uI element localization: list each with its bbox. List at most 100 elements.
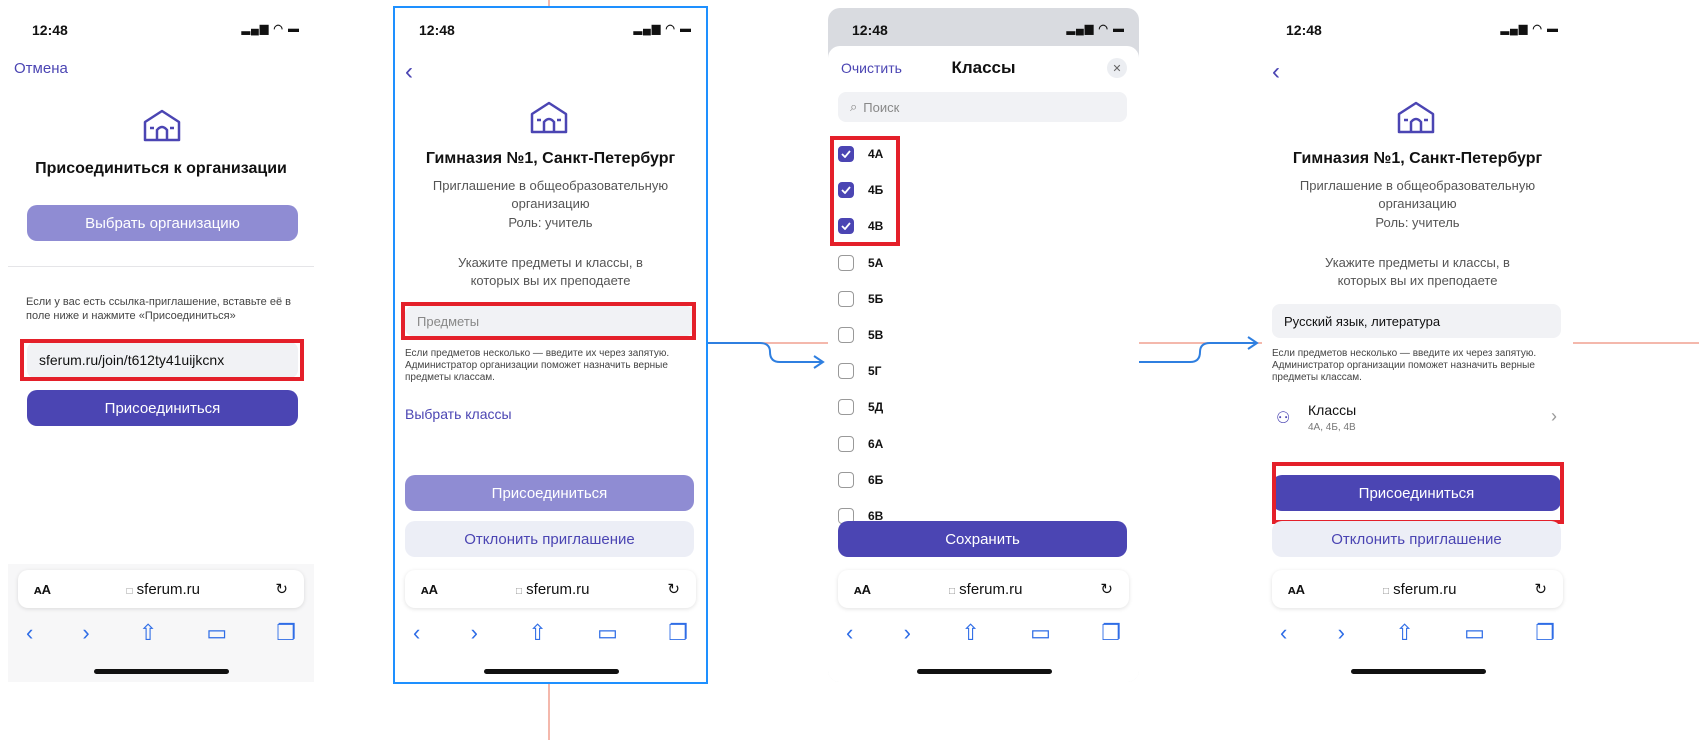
bookmarks-icon[interactable]: ▭ bbox=[597, 620, 618, 646]
flow-arrow-1 bbox=[706, 342, 822, 363]
search-input[interactable]: ⌕ Поиск bbox=[838, 92, 1127, 122]
tabs-icon[interactable]: ❐ bbox=[1101, 620, 1121, 646]
bookmarks-icon[interactable]: ▭ bbox=[206, 620, 227, 646]
tabs-icon[interactable]: ❐ bbox=[1535, 620, 1555, 646]
flow-arrow-2 bbox=[1139, 342, 1256, 363]
share-icon[interactable]: ⇧ bbox=[1395, 620, 1413, 646]
chevron-left-icon[interactable]: ‹ bbox=[1280, 620, 1287, 646]
chevron-right-icon[interactable]: › bbox=[471, 620, 478, 646]
chevron-right-icon[interactable]: › bbox=[1338, 620, 1345, 646]
join-button[interactable]: Присоединиться bbox=[405, 475, 694, 511]
house-icon bbox=[143, 109, 181, 142]
instruction-text: Укажите предметы и классы, в которых вы … bbox=[1325, 255, 1510, 288]
sheet-title: Классы bbox=[951, 58, 1016, 77]
checkbox-icon[interactable] bbox=[838, 471, 854, 488]
subjects-hint: Если предметов несколько — введите их че… bbox=[1272, 348, 1537, 383]
class-option[interactable]: 5Б bbox=[838, 290, 884, 307]
organization-name: Гимназия №1, Санкт-Петербург bbox=[425, 150, 676, 167]
status-icons: ▂▄▆ ◠ ▬ bbox=[241, 23, 300, 35]
class-option[interactable]: 6А bbox=[838, 435, 884, 452]
safari-address-bar[interactable]: ᴀA □ sferum.ru ↻ bbox=[405, 570, 696, 608]
chevron-left-icon[interactable]: ‹ bbox=[846, 620, 853, 646]
safari-toolbar: ᴀA □ sferum.ru ↻ ‹ › ⇧ ▭ ❐ bbox=[828, 562, 1139, 682]
invitation-description: Приглашение в общеобразовательную органи… bbox=[1299, 178, 1536, 211]
class-option-label: 5Г bbox=[868, 364, 882, 379]
text-size-button[interactable]: ᴀA bbox=[1288, 582, 1305, 597]
house-icon bbox=[530, 101, 568, 134]
checkbox-icon[interactable] bbox=[838, 290, 854, 307]
class-option[interactable]: 5Д bbox=[838, 399, 883, 416]
people-icon: ⚇ bbox=[1276, 410, 1291, 427]
status-icons: ▂▄▆ ◠ ▬ bbox=[1500, 23, 1559, 35]
bookmarks-icon[interactable]: ▭ bbox=[1464, 620, 1485, 646]
reload-icon[interactable]: ↻ bbox=[275, 580, 288, 598]
home-indicator bbox=[483, 669, 619, 674]
chevron-left-icon[interactable]: ‹ bbox=[26, 620, 33, 646]
close-icon[interactable]: ✕ bbox=[1107, 58, 1127, 78]
cancel-link[interactable]: Отмена bbox=[14, 60, 68, 77]
safari-toolbar: ᴀA □ sferum.ru ↻ ‹ › ⇧ ▭ ❐ bbox=[8, 564, 314, 682]
chevron-left-icon[interactable]: ‹ bbox=[413, 620, 420, 646]
status-icons: ▂▄▆ ◠ ▬ bbox=[633, 23, 692, 35]
page-title: Присоединиться к организации bbox=[35, 160, 287, 177]
subjects-input[interactable]: Русский язык, литература bbox=[1272, 304, 1561, 338]
safari-address-bar[interactable]: ᴀA □ sferum.ru ↻ bbox=[838, 570, 1129, 608]
class-option-label: 5Б bbox=[868, 291, 884, 306]
class-option-label: 6Б bbox=[868, 472, 884, 487]
reload-icon[interactable]: ↻ bbox=[667, 580, 680, 598]
save-button[interactable]: Сохранить bbox=[838, 521, 1127, 557]
safari-nav-icons: ‹ › ⇧ ▭ ❐ bbox=[846, 620, 1121, 646]
highlight-box bbox=[20, 339, 304, 381]
chevron-right-icon[interactable]: › bbox=[82, 620, 89, 646]
highlight-box bbox=[401, 302, 696, 340]
class-option-label: 6А bbox=[868, 436, 884, 451]
status-time: 12:48 bbox=[1286, 22, 1322, 38]
chevron-right-icon[interactable]: › bbox=[904, 620, 911, 646]
decline-button[interactable]: Отклонить приглашение bbox=[1272, 521, 1561, 557]
home-indicator bbox=[1350, 669, 1486, 674]
class-option[interactable]: 6Б bbox=[838, 471, 884, 488]
house-icon bbox=[1397, 101, 1435, 134]
share-icon[interactable]: ⇧ bbox=[961, 620, 979, 646]
reload-icon[interactable]: ↻ bbox=[1534, 580, 1547, 598]
safari-address-bar[interactable]: ᴀA □ sferum.ru ↻ bbox=[18, 570, 304, 608]
safari-address-bar[interactable]: ᴀA □ sferum.ru ↻ bbox=[1272, 570, 1563, 608]
share-icon[interactable]: ⇧ bbox=[139, 620, 157, 646]
share-icon[interactable]: ⇧ bbox=[528, 620, 546, 646]
choose-organization-button[interactable]: Выбрать организацию bbox=[27, 205, 298, 241]
bookmarks-icon[interactable]: ▭ bbox=[1030, 620, 1051, 646]
reload-icon[interactable]: ↻ bbox=[1100, 580, 1113, 598]
screen-invitation-empty: 12:48 ▂▄▆ ◠ ▬ ‹ Гимназия №1, Санкт-Петер… bbox=[395, 8, 706, 682]
screen-join-organization: 12:48 ▂▄▆ ◠ ▬ Отмена Присоединиться к ор… bbox=[8, 8, 314, 682]
invite-link-hint: Если у вас есть ссылка-приглашение, вста… bbox=[26, 296, 291, 322]
safari-toolbar: ᴀA □ sferum.ru ↻ ‹ › ⇧ ▭ ❐ bbox=[1262, 562, 1573, 682]
decline-button[interactable]: Отклонить приглашение bbox=[405, 521, 694, 557]
checkbox-icon[interactable] bbox=[838, 399, 854, 416]
checkbox-icon[interactable] bbox=[838, 254, 854, 271]
safari-nav-icons: ‹ › ⇧ ▭ ❐ bbox=[413, 620, 688, 646]
url-display: □ sferum.ru bbox=[515, 580, 590, 598]
choose-classes-link[interactable]: Выбрать классы bbox=[405, 406, 512, 422]
back-chevron-icon[interactable]: ‹ bbox=[1272, 58, 1280, 86]
checkbox-icon[interactable] bbox=[838, 435, 854, 452]
class-option[interactable]: 5В bbox=[838, 327, 883, 343]
home-indicator bbox=[916, 669, 1052, 674]
url-display: □ sferum.ru bbox=[126, 580, 201, 598]
checkbox-icon[interactable] bbox=[838, 363, 854, 380]
safari-nav-icons: ‹ › ⇧ ▭ ❐ bbox=[1280, 620, 1555, 646]
role-label: Роль: учитель bbox=[1375, 215, 1460, 230]
text-size-button[interactable]: ᴀA bbox=[34, 582, 51, 597]
class-option[interactable]: 5Г bbox=[838, 363, 882, 380]
status-time: 12:48 bbox=[32, 22, 68, 38]
checkbox-icon[interactable] bbox=[838, 327, 854, 343]
join-button[interactable]: Присоединиться bbox=[27, 390, 298, 426]
tabs-icon[interactable]: ❐ bbox=[668, 620, 688, 646]
text-size-button[interactable]: ᴀA bbox=[854, 582, 871, 597]
url-display: □ sferum.ru bbox=[1382, 580, 1457, 598]
back-chevron-icon[interactable]: ‹ bbox=[405, 58, 413, 86]
screen-invitation-filled: 12:48 ▂▄▆ ◠ ▬ ‹ Гимназия №1, Санкт-Петер… bbox=[1262, 8, 1573, 682]
classes-row[interactable]: ⚇ Классы 4А, 4Б, 4В › bbox=[1272, 398, 1561, 438]
tabs-icon[interactable]: ❐ bbox=[276, 620, 296, 646]
class-option[interactable]: 5А bbox=[838, 254, 883, 271]
text-size-button[interactable]: ᴀA bbox=[421, 582, 438, 597]
